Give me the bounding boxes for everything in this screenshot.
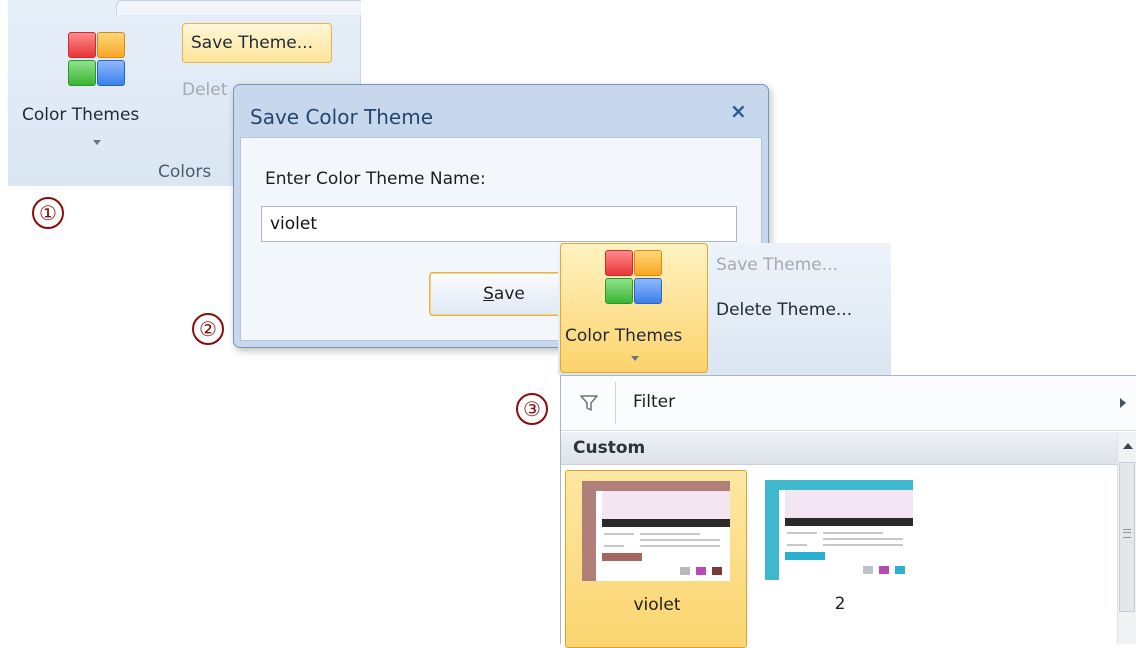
step-3-marker: ③ bbox=[516, 393, 548, 425]
color-themes-label: Color Themes bbox=[22, 105, 140, 125]
theme-preview bbox=[765, 480, 913, 580]
gallery-scrollbar[interactable] bbox=[1117, 432, 1136, 644]
theme-tile-violet[interactable]: violet bbox=[565, 470, 747, 648]
filter-label: Filter bbox=[633, 392, 676, 412]
color-themes-button-open[interactable]: Color Themes bbox=[560, 243, 708, 373]
step-2-marker: ② bbox=[192, 313, 224, 345]
dialog-title: Save Color Theme bbox=[250, 105, 434, 129]
scroll-up-icon[interactable] bbox=[1122, 442, 1134, 450]
chevron-down-icon bbox=[93, 140, 101, 145]
custom-section-header: Custom bbox=[561, 432, 1117, 465]
step-1-marker: ① bbox=[32, 197, 64, 229]
colors-group-label: Colors bbox=[158, 162, 212, 182]
save-label-rest: ave bbox=[493, 284, 525, 304]
theme-name: 2 bbox=[834, 594, 846, 614]
close-icon[interactable]: × bbox=[730, 99, 747, 123]
theme-name: violet bbox=[633, 595, 681, 615]
color-themes-icon bbox=[68, 32, 126, 88]
scroll-thumb[interactable] bbox=[1119, 462, 1135, 612]
filter-icon bbox=[580, 395, 598, 411]
color-themes-label: Color Themes bbox=[565, 326, 683, 346]
color-themes-gallery: Filter Custom violet 2 bbox=[560, 375, 1136, 648]
delete-theme-button[interactable]: Delete Theme... bbox=[716, 300, 852, 320]
color-themes-button[interactable]: Color Themes bbox=[8, 22, 178, 152]
ribbon-tab-edge bbox=[116, 0, 361, 15]
ribbon-colors-group-2: Color Themes Save Theme... Delete Theme.… bbox=[558, 243, 891, 375]
filter-row[interactable]: Filter bbox=[561, 376, 1136, 431]
theme-name-label: Enter Color Theme Name: bbox=[265, 169, 486, 189]
chevron-right-icon bbox=[1120, 398, 1126, 408]
theme-tile-2[interactable]: 2 bbox=[749, 470, 931, 648]
theme-preview bbox=[582, 481, 730, 581]
chevron-down-icon bbox=[631, 356, 639, 361]
save-theme-button-disabled[interactable]: Save Theme... bbox=[716, 255, 838, 275]
delete-theme-button[interactable]: Delet bbox=[182, 80, 227, 100]
save-theme-button[interactable]: Save Theme... bbox=[182, 23, 332, 63]
dialog-save-button[interactable]: Save bbox=[429, 272, 579, 316]
section-label: Custom bbox=[573, 438, 646, 458]
filter-separator bbox=[615, 382, 616, 424]
save-accelerator: S bbox=[483, 284, 494, 304]
grip-icon bbox=[1123, 529, 1131, 538]
color-themes-icon bbox=[605, 250, 663, 306]
theme-name-input[interactable] bbox=[261, 206, 737, 242]
